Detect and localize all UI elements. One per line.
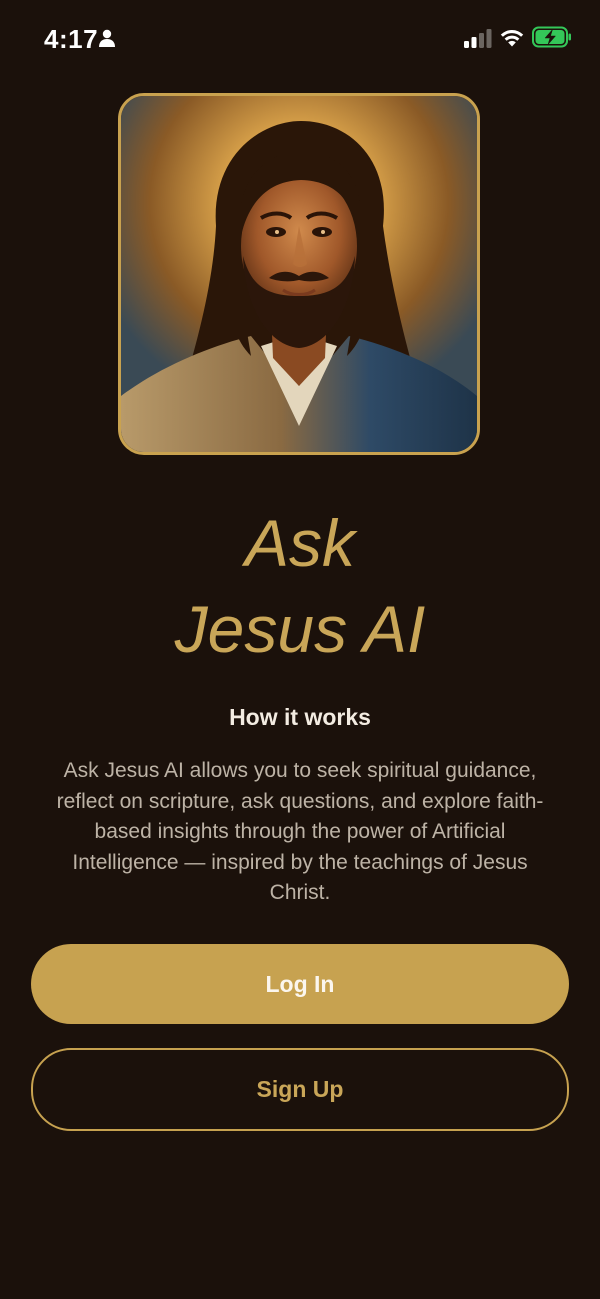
- app-title: Ask Jesus AI: [0, 500, 600, 672]
- sign-up-label: Sign Up: [256, 1076, 344, 1102]
- status-time: 4:17: [44, 24, 99, 54]
- how-it-works-heading: How it works: [229, 704, 371, 730]
- welcome-screen: 4:17 Ask Jesus AI How it works Ask Jesus…: [0, 0, 600, 1299]
- battery-charging-icon: [532, 26, 571, 48]
- app-title-line-1: Ask: [244, 506, 356, 580]
- wifi-icon: [500, 30, 524, 47]
- person-icon: [99, 29, 115, 47]
- log-in-button[interactable]: Log In: [31, 944, 569, 1024]
- sign-up-button[interactable]: Sign Up: [31, 1048, 569, 1131]
- log-in-label: Log In: [265, 970, 335, 997]
- cellular-signal-icon: [464, 29, 492, 48]
- app-title-line-2: Jesus AI: [174, 592, 426, 666]
- how-it-works-description: Ask Jesus AI allows you to seek spiritua…: [56, 759, 544, 904]
- jesus-portrait-image: [118, 93, 480, 455]
- status-bar: 4:17: [0, 0, 600, 76]
